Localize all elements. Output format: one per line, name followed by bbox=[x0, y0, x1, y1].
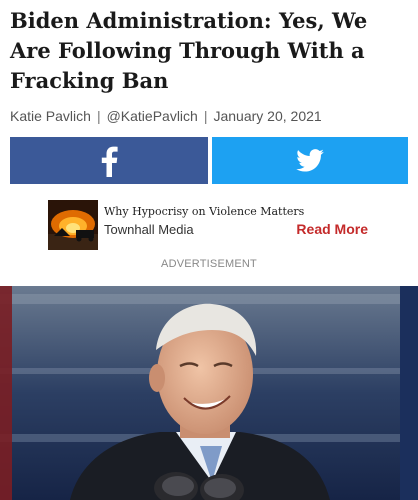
author-name[interactable]: Katie Pavlich bbox=[10, 108, 91, 124]
article-headline: Biden Administration: Yes, We Are Follow… bbox=[10, 8, 368, 93]
promo-title[interactable]: Why Hypocrisy on Violence Matters bbox=[104, 205, 304, 218]
promo-card[interactable]: Why Hypocrisy on Violence Matters Townha… bbox=[48, 200, 408, 252]
facebook-share-button[interactable] bbox=[10, 137, 208, 184]
twitter-share-button[interactable] bbox=[212, 137, 408, 184]
fire-scene-image bbox=[48, 200, 98, 250]
read-more-link[interactable]: Read More bbox=[296, 221, 368, 237]
twitter-bird-icon bbox=[296, 149, 324, 172]
author-handle[interactable]: @KatiePavlich bbox=[107, 108, 198, 124]
publish-date: January 20, 2021 bbox=[213, 108, 322, 124]
hero-photo bbox=[0, 286, 418, 500]
promo-source: Townhall Media bbox=[104, 222, 194, 237]
article-hero-image bbox=[0, 286, 418, 500]
advertisement-label: ADVERTISEMENT bbox=[161, 258, 257, 270]
facebook-icon bbox=[101, 146, 118, 177]
byline-separator: | bbox=[96, 108, 101, 124]
byline-separator: | bbox=[203, 108, 208, 124]
promo-thumbnail[interactable] bbox=[48, 200, 98, 250]
article-byline: Katie Pavlich | @KatiePavlich | January 20, … bbox=[10, 108, 322, 124]
